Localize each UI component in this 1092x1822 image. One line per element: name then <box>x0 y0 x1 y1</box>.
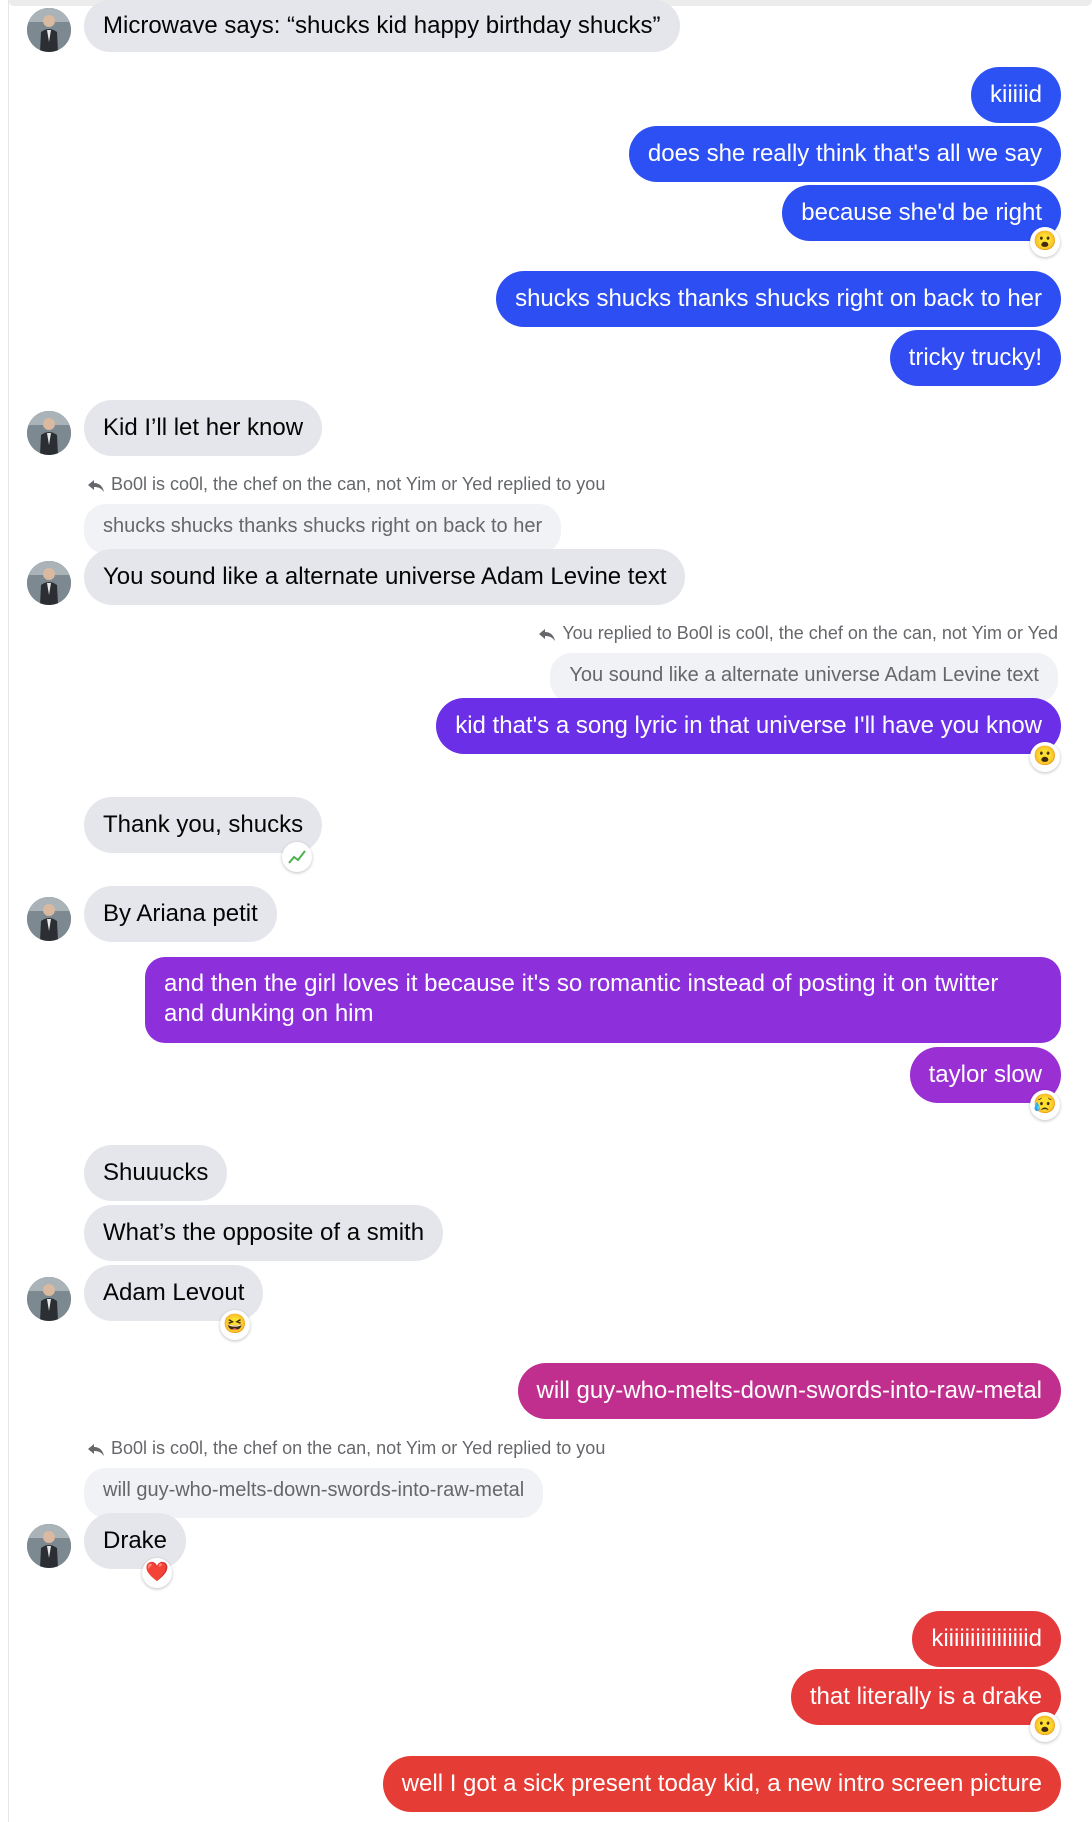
reply-indicator-text: You replied to Bo0l is co0l, the chef on… <box>562 623 1058 643</box>
message-bubble-outgoing[interactable]: kid that's a song lyric in that universe… <box>436 698 1061 754</box>
reaction-surprised-icon[interactable]: 😮 <box>1030 742 1060 772</box>
contact-avatar[interactable] <box>27 1277 71 1321</box>
chart-increasing-icon <box>288 850 306 864</box>
avatar-person-icon <box>27 8 71 52</box>
message-bubble-outgoing[interactable]: does she really think that's all we say <box>628 126 1061 182</box>
message-bubble-outgoing[interactable]: shucks shucks thanks shucks right on bac… <box>496 271 1061 327</box>
reaction-heart-icon[interactable]: ❤️ <box>142 1558 172 1588</box>
message-bubble-outgoing[interactable]: tricky trucky! <box>889 330 1061 386</box>
message-bubble-incoming[interactable]: What’s the opposite of a smith <box>84 1205 444 1261</box>
reply-indicator: Bo0l is co0l, the chef on the can, not Y… <box>87 1436 605 1460</box>
reaction-laughing-icon[interactable]: 😆 <box>220 1310 250 1340</box>
contact-avatar[interactable] <box>27 897 71 941</box>
message-bubble-incoming[interactable]: Shuuucks <box>84 1145 228 1201</box>
message-bubble-outgoing[interactable]: will guy-who-melts-down-swords-into-raw-… <box>517 1363 1061 1419</box>
reaction-sad-icon[interactable]: 😥 <box>1030 1090 1060 1120</box>
reply-indicator: Bo0l is co0l, the chef on the can, not Y… <box>87 472 605 496</box>
reply-indicator-text: Bo0l is co0l, the chef on the can, not Y… <box>111 474 606 494</box>
contact-avatar[interactable] <box>27 8 71 52</box>
avatar-person-icon <box>27 897 71 941</box>
avatar-person-icon <box>27 411 71 455</box>
contact-avatar[interactable] <box>27 1524 71 1568</box>
reaction-surprised-icon[interactable]: 😮 <box>1030 227 1060 257</box>
reaction-chart-increasing-icon[interactable] <box>282 842 312 872</box>
contact-avatar[interactable] <box>27 561 71 605</box>
reaction-surprised-icon[interactable]: 😮 <box>1030 1712 1060 1742</box>
reply-arrow-icon <box>88 480 104 492</box>
message-bubble-outgoing[interactable]: and then the girl loves it because it's … <box>145 957 1061 1043</box>
message-bubble-incoming[interactable]: Kid I’ll let her know <box>84 400 323 456</box>
avatar-person-icon <box>27 561 71 605</box>
quoted-message[interactable]: will guy-who-melts-down-swords-into-raw-… <box>84 1468 544 1518</box>
message-bubble-outgoing[interactable]: that literally is a drake <box>790 1669 1061 1725</box>
avatar-person-icon <box>27 1277 71 1321</box>
quoted-message[interactable]: You sound like a alternate universe Adam… <box>550 653 1058 703</box>
message-bubble-incoming[interactable]: Microwave says: “shucks kid happy birthd… <box>84 0 680 52</box>
reply-arrow-icon <box>539 629 556 641</box>
contact-avatar[interactable] <box>27 411 71 455</box>
message-bubble-outgoing[interactable]: kiiiiiiiiiiiiiiiid <box>912 1611 1061 1667</box>
message-bubble-incoming[interactable]: By Ariana petit <box>84 886 277 942</box>
reply-indicator: You replied to Bo0l is co0l, the chef on… <box>538 621 1058 645</box>
message-bubble-outgoing[interactable]: well I got a sick present today kid, a n… <box>382 1756 1061 1812</box>
message-bubble-outgoing[interactable]: because she'd be right <box>782 185 1061 241</box>
chat-thread: Microwave says: “shucks kid happy birthd… <box>0 0 1092 1822</box>
reply-arrow-icon <box>88 1444 104 1456</box>
left-divider <box>8 0 9 1822</box>
reply-indicator-text: Bo0l is co0l, the chef on the can, not Y… <box>111 1438 606 1458</box>
message-bubble-incoming[interactable]: Drake <box>84 1513 187 1569</box>
message-bubble-incoming[interactable]: You sound like a alternate universe Adam… <box>84 549 686 605</box>
message-bubble-outgoing[interactable]: kiiiiid <box>970 67 1061 123</box>
quoted-message[interactable]: shucks shucks thanks shucks right on bac… <box>84 504 562 554</box>
avatar-person-icon <box>27 1524 71 1568</box>
